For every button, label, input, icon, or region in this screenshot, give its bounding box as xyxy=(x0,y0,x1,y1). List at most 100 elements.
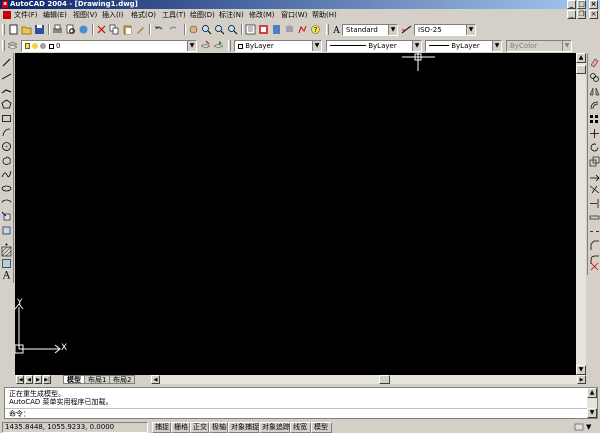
next-tab-button[interactable]: ▶ xyxy=(34,375,42,384)
chevron-down-icon[interactable]: ▼ xyxy=(187,41,196,51)
chevron-down-icon[interactable]: ▼ xyxy=(412,41,421,51)
layer-select[interactable]: 0 ▼ xyxy=(21,40,197,52)
explode-icon[interactable] xyxy=(589,261,600,272)
linetype-select[interactable]: ByLayer ▼ xyxy=(326,40,422,52)
mirror-icon[interactable] xyxy=(589,86,600,97)
plot-preview-icon[interactable] xyxy=(65,24,76,35)
rotate-icon[interactable] xyxy=(589,142,600,153)
undo-icon[interactable] xyxy=(153,24,164,35)
copy-icon[interactable] xyxy=(109,24,120,35)
scale-icon[interactable] xyxy=(589,156,600,167)
maximize-button[interactable]: □ xyxy=(577,0,586,9)
tab-model[interactable]: 模型 xyxy=(63,375,85,384)
tab-layout1[interactable]: 布局1 xyxy=(84,375,111,384)
join-icon[interactable] xyxy=(589,226,600,237)
command-line[interactable]: 命令： xyxy=(5,408,587,418)
comm-center-icon[interactable] xyxy=(574,423,584,432)
styles-toolbar-grip[interactable] xyxy=(326,24,329,35)
tab-layout2[interactable]: 布局2 xyxy=(109,375,136,384)
menu-window[interactable]: 窗口(W) xyxy=(281,10,307,20)
stretch-icon[interactable] xyxy=(589,170,600,181)
copy-object-icon[interactable] xyxy=(589,72,600,83)
help-icon[interactable]: ? xyxy=(310,24,321,35)
menu-tools[interactable]: 工具(T) xyxy=(162,10,186,20)
command-scroll-down[interactable]: ▼ xyxy=(587,408,597,418)
otrack-toggle[interactable]: 对象追踪 xyxy=(259,422,290,433)
minimize-button[interactable]: _ xyxy=(567,0,576,9)
text-style-select[interactable]: Standard ▼ xyxy=(342,24,398,36)
paste-icon[interactable] xyxy=(122,24,133,35)
cut-icon[interactable] xyxy=(96,24,107,35)
menu-help[interactable]: 帮助(H) xyxy=(312,10,337,20)
offset-icon[interactable] xyxy=(589,100,600,111)
dbconnect-icon[interactable] xyxy=(284,24,295,35)
new-icon[interactable] xyxy=(8,24,19,35)
plot-icon[interactable] xyxy=(52,24,63,35)
snap-toggle[interactable]: 捕捉 xyxy=(152,422,171,433)
grid-toggle[interactable]: 栅格 xyxy=(171,422,190,433)
close-button[interactable]: × xyxy=(589,0,598,9)
publish-icon[interactable] xyxy=(78,24,89,35)
chevron-down-icon[interactable]: ▼ xyxy=(312,41,321,51)
spline-icon[interactable] xyxy=(1,169,12,180)
revision-cloud-icon[interactable] xyxy=(1,155,12,166)
rectangle-icon[interactable] xyxy=(1,113,12,124)
array-icon[interactable] xyxy=(589,114,600,125)
menu-edit[interactable]: 编辑(E) xyxy=(43,10,67,20)
insert-block-icon[interactable] xyxy=(1,211,12,222)
drawing-canvas[interactable]: Y X xyxy=(15,53,576,375)
document-icon[interactable] xyxy=(3,11,11,19)
layer-previous-icon[interactable] xyxy=(213,40,224,51)
trim-icon[interactable] xyxy=(589,184,600,195)
lineweight-toggle[interactable]: 线宽 xyxy=(290,422,311,433)
arc-icon[interactable] xyxy=(1,127,12,138)
scroll-thumb[interactable] xyxy=(576,65,586,74)
open-icon[interactable] xyxy=(21,24,32,35)
markup-icon[interactable] xyxy=(297,24,308,35)
dim-style-icon[interactable] xyxy=(401,24,412,35)
toolbar-grip[interactable] xyxy=(2,24,5,35)
pan-icon[interactable] xyxy=(188,24,199,35)
scroll-right-button[interactable]: ▶ xyxy=(577,375,586,384)
menu-view[interactable]: 视图(V) xyxy=(73,10,97,20)
ortho-toggle[interactable]: 正交 xyxy=(190,422,209,433)
circle-icon[interactable] xyxy=(1,141,12,152)
make-object-layer-current-icon[interactable] xyxy=(200,40,211,51)
move-icon[interactable] xyxy=(589,128,600,139)
properties-toolbar-grip[interactable] xyxy=(228,40,231,51)
chevron-down-icon[interactable]: ▼ xyxy=(388,25,397,35)
doc-restore-button[interactable]: ❐ xyxy=(577,10,586,19)
zoom-window-icon[interactable] xyxy=(214,24,225,35)
dim-style-select[interactable]: ISO-25 ▼ xyxy=(414,24,476,36)
save-icon[interactable] xyxy=(34,24,45,35)
ellipse-icon[interactable] xyxy=(1,183,12,194)
menu-format[interactable]: 格式(O) xyxy=(131,10,156,20)
menu-insert[interactable]: 插入(I) xyxy=(102,10,124,20)
extend-icon[interactable] xyxy=(589,198,600,209)
prev-tab-button[interactable]: ◀ xyxy=(25,375,33,384)
layer-manager-icon[interactable] xyxy=(7,40,18,51)
ellipse-arc-icon[interactable] xyxy=(1,197,12,208)
chevron-down-icon[interactable]: ▼ xyxy=(492,41,501,51)
region-icon[interactable] xyxy=(1,258,12,269)
status-menu-icon[interactable]: ▼ xyxy=(586,423,596,432)
menu-file[interactable]: 文件(F) xyxy=(14,10,38,20)
osnap-toggle[interactable]: 对象捕捉 xyxy=(228,422,259,433)
vertical-scrollbar[interactable]: ▲ ▼ xyxy=(576,53,586,375)
doc-minimize-button[interactable]: _ xyxy=(567,10,576,19)
erase-icon[interactable] xyxy=(589,57,600,68)
chevron-down-icon[interactable]: ▼ xyxy=(466,25,475,35)
chamfer-icon[interactable] xyxy=(589,240,600,251)
lineweight-select[interactable]: ByLayer ▼ xyxy=(425,40,502,52)
design-center-icon[interactable] xyxy=(258,24,269,35)
properties-icon[interactable] xyxy=(245,24,256,35)
command-scroll-up[interactable]: ▲ xyxy=(587,388,597,398)
coordinate-display[interactable]: 1435.8448, 1055.9233, 0.0000 xyxy=(2,422,148,433)
doc-close-button[interactable]: × xyxy=(589,10,598,19)
horizontal-scrollbar[interactable]: ◀ ▶ xyxy=(151,375,586,384)
polygon-icon[interactable] xyxy=(1,99,12,110)
app-icon[interactable]: a xyxy=(2,1,8,8)
scroll-up-button[interactable]: ▲ xyxy=(576,53,586,63)
tool-palettes-icon[interactable] xyxy=(271,24,282,35)
polyline-icon[interactable] xyxy=(1,85,12,96)
